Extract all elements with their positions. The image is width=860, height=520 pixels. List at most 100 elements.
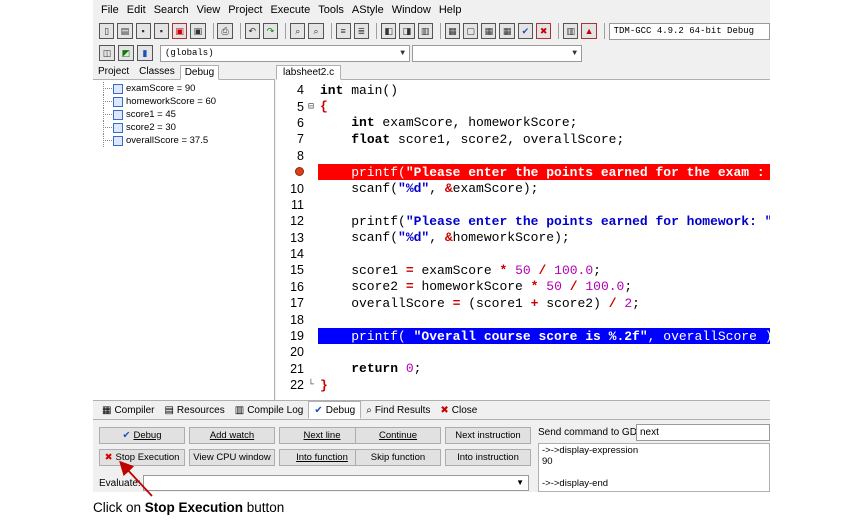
replace-icon[interactable]: ⌕ [308, 23, 324, 39]
code-area[interactable]: 4 int main() 5 ⊟{6 int examScore, homeworkS… [276, 80, 770, 400]
code-line[interactable]: 11 [276, 197, 770, 213]
tab-find-results[interactable]: ⌕ Find Results [361, 401, 435, 419]
breakpoint-icon[interactable] [295, 167, 304, 177]
find-icon[interactable]: ⌕ [290, 23, 306, 39]
bookmark-icon[interactable]: ◨ [399, 23, 415, 39]
code-line[interactable]: 7 float score1, score2, overallScore; [276, 131, 770, 147]
line-number[interactable]: 22 [276, 378, 304, 392]
menu-help[interactable]: Help [435, 4, 466, 16]
menu-edit[interactable]: Edit [123, 4, 150, 16]
next-instruction-button[interactable]: Next instruction [445, 427, 531, 444]
view-cpu-window-button[interactable]: View CPU window [189, 449, 275, 466]
list-item[interactable]: score2 = 30 [93, 121, 274, 134]
stop-icon[interactable]: ✖ [535, 23, 552, 39]
tab-project[interactable]: Project [93, 64, 134, 79]
new-file-icon[interactable]: ▯ [99, 23, 115, 39]
tab-compile-log[interactable]: ▥ Compile Log [230, 401, 309, 419]
line-number[interactable]: 7 [276, 132, 304, 146]
code-line[interactable]: 15 score1 = examScore * 50 / 100.0; [276, 262, 770, 278]
list-item[interactable]: homeworkScore = 60 [93, 95, 274, 108]
list-item[interactable]: examScore = 90 [93, 82, 274, 95]
code-line[interactable]: 14 [276, 246, 770, 262]
insert-icon[interactable]: ◫ [99, 45, 115, 61]
menu-search[interactable]: Search [150, 4, 193, 16]
menu-window[interactable]: Window [388, 4, 435, 16]
tab-resources[interactable]: ▤ Resources [159, 401, 229, 419]
code-line[interactable]: 5 ⊟{ [276, 98, 770, 114]
stop-execution-button[interactable]: ✖ Stop Execution [99, 449, 185, 466]
profile-icon[interactable]: ▥ [563, 23, 579, 39]
code-line[interactable]: 22 └} [276, 377, 770, 393]
goto-icon[interactable]: ◧ [381, 23, 397, 39]
next-line-button[interactable]: Next line [279, 427, 365, 444]
line-number[interactable]: 19 [276, 329, 304, 343]
debug-button[interactable]: ✔ Debug [99, 427, 185, 444]
line-number[interactable]: 15 [276, 263, 304, 277]
code-line[interactable]: 18 [276, 311, 770, 327]
code-line[interactable]: 21 return 0; [276, 361, 770, 377]
into-function-button[interactable]: Into function [279, 449, 365, 466]
current-line[interactable]: 19 printf( "Overall course score is %.2f… [276, 327, 770, 345]
add-watch-button[interactable]: Add watch [189, 427, 275, 444]
rebuild-icon[interactable]: ▦ [499, 23, 515, 39]
member-select[interactable]: ▼ [412, 44, 582, 62]
unindent-icon[interactable]: ≣ [353, 23, 370, 39]
line-number[interactable]: 14 [276, 247, 304, 261]
undo-icon[interactable]: ↶ [244, 23, 260, 39]
menu-project[interactable]: Project [224, 4, 266, 16]
code-line[interactable]: 10 scanf("%d", & examScore); [276, 180, 770, 196]
toggle-icon[interactable]: ▥ [417, 23, 433, 39]
code-line[interactable]: 4 int main() [276, 82, 770, 98]
tab-classes[interactable]: Classes [134, 64, 180, 79]
code-line[interactable]: 16 score2 = homeworkScore * 50 / 100.0; [276, 279, 770, 295]
line-number[interactable]: 4 [276, 83, 304, 97]
open-icon[interactable]: ▤ [117, 23, 133, 39]
redo-icon[interactable]: ↷ [262, 23, 279, 39]
save-all-icon[interactable]: ▪ [153, 23, 169, 39]
tab-compiler[interactable]: ▦ Compiler [97, 401, 159, 419]
line-number[interactable]: 20 [276, 345, 304, 359]
menu-view[interactable]: View [193, 4, 225, 16]
close-file-icon[interactable]: ▣ [172, 23, 188, 39]
fold-marker[interactable]: └ [304, 380, 318, 391]
line-number[interactable]: 11 [276, 198, 304, 212]
into-instruction-button[interactable]: Into instruction [445, 449, 531, 466]
tab-debug[interactable]: Debug [179, 65, 220, 80]
tab-file[interactable]: labsheet2.c [276, 65, 342, 80]
line-number[interactable]: 8 [276, 149, 304, 163]
delete-profile-icon[interactable]: ▲ [581, 23, 597, 39]
debug-check-icon[interactable]: ✔ [517, 23, 533, 39]
print-icon[interactable]: ⎙ [217, 23, 233, 39]
code-line[interactable]: 13 scanf("%d", & homeworkScore); [276, 230, 770, 246]
code-line[interactable]: 17 overallScore = (score1 + score2) / 2; [276, 295, 770, 311]
compiler-select[interactable]: TDM-GCC 4.9.2 64-bit Debug [608, 22, 770, 40]
line-number[interactable]: 5 [276, 100, 304, 114]
line-number[interactable]: 21 [276, 362, 304, 376]
menu-tools[interactable]: Tools [314, 4, 348, 16]
breakpoint-line[interactable]: printf("Please enter the points earned f… [276, 163, 770, 181]
code-line[interactable]: 6 int examScore, homeworkScore; [276, 115, 770, 131]
list-item[interactable]: overallScore = 37.5 [93, 134, 274, 147]
list-item[interactable]: score1 = 45 [93, 108, 274, 121]
line-number[interactable]: 16 [276, 280, 304, 294]
indent-icon[interactable]: ≡ [335, 23, 351, 39]
goto-bookmark-icon[interactable]: ▮ [137, 45, 153, 61]
run-icon[interactable]: ▢ [462, 23, 479, 39]
skip-function-button[interactable]: Skip function [355, 449, 441, 466]
gdb-command-input[interactable]: next [636, 424, 770, 441]
toggle-bookmark-icon[interactable]: ◩ [118, 45, 134, 61]
menu-file[interactable]: File [97, 4, 123, 16]
menu-astyle[interactable]: AStyle [348, 4, 388, 16]
line-number[interactable]: 10 [276, 182, 304, 196]
line-number[interactable] [276, 165, 304, 179]
line-number[interactable]: 13 [276, 231, 304, 245]
save-icon[interactable]: ▪ [135, 23, 151, 39]
close-all-icon[interactable]: ▣ [190, 23, 206, 39]
line-number[interactable]: 18 [276, 313, 304, 327]
code-line[interactable]: 8 [276, 148, 770, 164]
fold-marker[interactable]: ⊟ [304, 101, 318, 113]
code-line[interactable]: 12 printf("Please enter the points earne… [276, 213, 770, 229]
compile-icon[interactable]: ▦ [444, 23, 460, 39]
compile-run-icon[interactable]: ▦ [481, 23, 497, 39]
scope-select[interactable]: (globals) ▼ [160, 44, 410, 62]
